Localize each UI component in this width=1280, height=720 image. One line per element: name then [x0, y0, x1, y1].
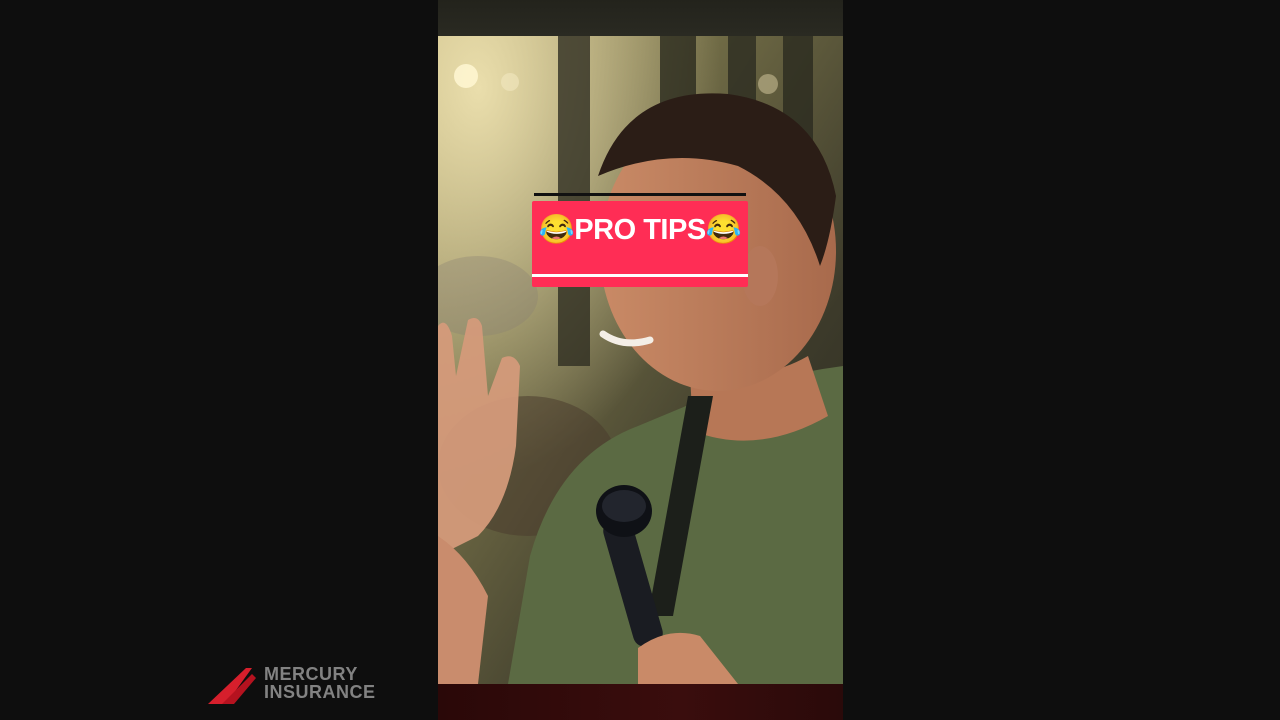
caption-underline	[532, 274, 748, 277]
caption-sticker: 😂PRO TIPS😂	[532, 193, 748, 287]
caption-text: 😂PRO TIPS😂	[538, 214, 742, 246]
video-top-letterbox	[438, 0, 843, 36]
sponsor-logo: MERCURY INSURANCE	[206, 664, 406, 708]
video-player[interactable]: 😂PRO TIPS😂 MERCURY INSURANCE	[0, 0, 1280, 720]
video-bottom-letterbox	[438, 684, 843, 720]
sponsor-name-line2: INSURANCE	[264, 682, 376, 702]
video-scene	[438, 36, 843, 684]
sponsor-logo-mark-icon	[208, 668, 256, 704]
video-frame[interactable]: 😂PRO TIPS😂	[438, 0, 843, 720]
caption-top-bar	[534, 193, 746, 196]
